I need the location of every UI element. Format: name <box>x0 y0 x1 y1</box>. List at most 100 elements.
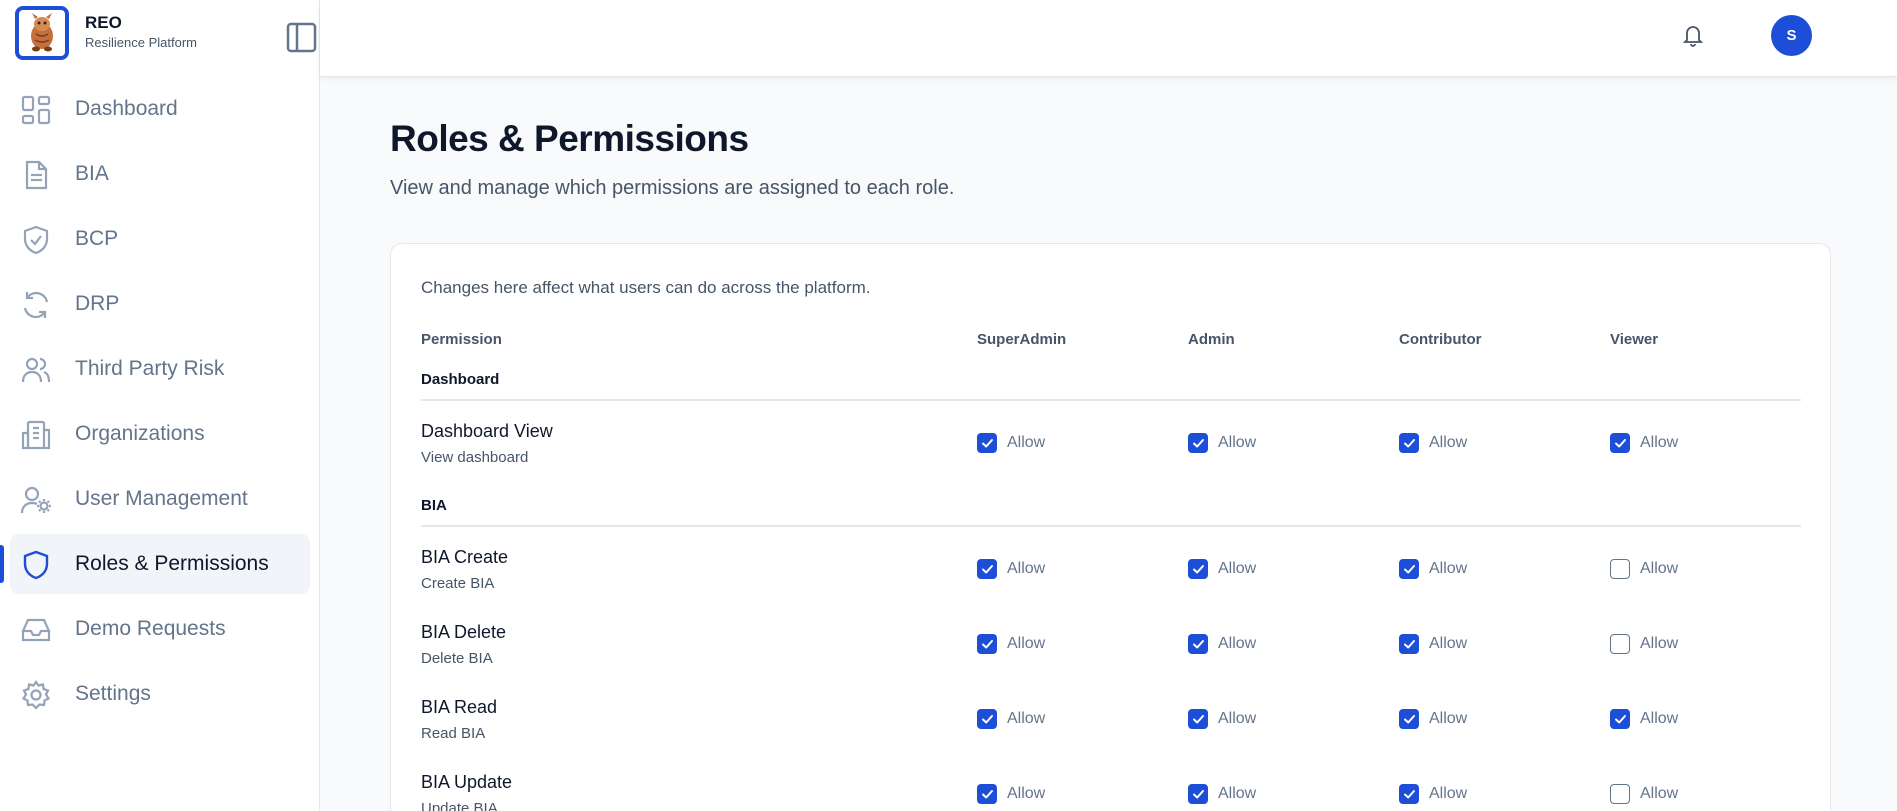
allow-label: Allow <box>1640 635 1679 652</box>
checkbox-checked[interactable] <box>1399 709 1419 729</box>
notifications-button[interactable] <box>1681 22 1705 48</box>
checkbox-checked[interactable] <box>977 709 997 729</box>
column-header-viewer: Viewer <box>1610 331 1659 348</box>
permission-toggle[interactable]: Allow <box>977 559 1045 579</box>
permission-toggle[interactable]: Allow <box>977 709 1045 729</box>
permission-toggle[interactable]: Allow <box>1610 709 1678 729</box>
checkmark-icon <box>981 789 993 798</box>
checkbox-checked[interactable] <box>1188 559 1208 579</box>
permission-toggle[interactable]: Allow <box>1399 634 1467 654</box>
sidebar-item-label: Demo Requests <box>75 617 226 640</box>
checkbox-checked[interactable] <box>977 559 997 579</box>
checkbox-checked[interactable] <box>1188 784 1208 804</box>
checkbox-checked[interactable] <box>977 433 997 453</box>
checkmark-icon <box>1192 639 1204 648</box>
permission-toggle[interactable]: Allow <box>1610 784 1678 804</box>
brand-subtitle: Resilience Platform <box>85 35 197 50</box>
checkbox-checked[interactable] <box>1188 634 1208 654</box>
permission-toggle[interactable]: Allow <box>1610 433 1678 453</box>
allow-label: Allow <box>1640 434 1679 451</box>
sidebar-item-settings[interactable]: Settings <box>10 664 310 724</box>
permission-toggle[interactable]: Allow <box>1610 634 1678 654</box>
permission-toggle[interactable]: Allow <box>1188 559 1256 579</box>
allow-label: Allow <box>1640 785 1679 802</box>
checkmark-icon <box>1192 564 1204 573</box>
checkbox-checked[interactable] <box>1610 433 1630 453</box>
permission-toggle[interactable]: Allow <box>1399 709 1467 729</box>
checkbox-unchecked[interactable] <box>1610 634 1630 654</box>
sidebar-nav: Dashboard BIA BCP DRP Third Party Risk O… <box>0 79 310 729</box>
checkmark-icon <box>1614 714 1626 723</box>
checkbox-checked[interactable] <box>1399 433 1419 453</box>
permissions-card: Changes here affect what users can do ac… <box>390 243 1831 811</box>
brand-logo <box>15 6 69 60</box>
checkbox-unchecked[interactable] <box>1610 559 1630 579</box>
user-cog-icon <box>20 486 51 514</box>
sidebar-item-label: DRP <box>75 292 120 315</box>
permission-toggle[interactable]: Allow <box>1399 559 1467 579</box>
checkmark-icon <box>1403 438 1415 447</box>
sidebar-item-label: Organizations <box>75 422 205 445</box>
sidebar-item-organizations[interactable]: Organizations <box>10 404 310 464</box>
checkbox-checked[interactable] <box>977 784 997 804</box>
checkmark-icon <box>981 438 993 447</box>
building-icon <box>21 420 51 450</box>
sidebar-item-third-party-risk[interactable]: Third Party Risk <box>10 339 310 399</box>
sidebar-panel-icon <box>286 22 317 53</box>
sidebar-toggle-button[interactable] <box>286 22 317 53</box>
permission-description: Read BIA <box>421 725 486 742</box>
sidebar-item-roles-permissions[interactable]: Roles & Permissions <box>0 534 310 594</box>
checkbox-checked[interactable] <box>1188 709 1208 729</box>
permission-toggle[interactable]: Allow <box>1399 784 1467 804</box>
page-subtitle: View and manage which permissions are as… <box>390 177 955 199</box>
checkmark-icon <box>981 714 993 723</box>
gear-icon <box>21 680 51 710</box>
permission-toggle[interactable]: Allow <box>1188 709 1256 729</box>
permission-toggle[interactable]: Allow <box>977 784 1045 804</box>
sidebar-item-user-management[interactable]: User Management <box>10 469 310 529</box>
permission-toggle[interactable]: Allow <box>1610 559 1678 579</box>
allow-label: Allow <box>1218 710 1257 727</box>
sidebar-item-bia[interactable]: BIA <box>10 144 310 204</box>
sidebar-item-dashboard[interactable]: Dashboard <box>10 79 310 139</box>
brand-name: REO <box>85 13 122 32</box>
permission-toggle[interactable]: Allow <box>977 433 1045 453</box>
allow-label: Allow <box>1429 635 1468 652</box>
permission-description: Create BIA <box>421 575 495 592</box>
column-header-permission: Permission <box>421 331 502 348</box>
permission-toggle[interactable]: Allow <box>1188 433 1256 453</box>
checkbox-unchecked[interactable] <box>1610 784 1630 804</box>
permission-toggle[interactable]: Allow <box>977 634 1045 654</box>
sidebar-item-bcp[interactable]: BCP <box>10 209 310 269</box>
shield-icon <box>23 550 49 580</box>
allow-label: Allow <box>1640 560 1679 577</box>
allow-label: Allow <box>1007 635 1046 652</box>
sidebar-item-label: User Management <box>75 487 248 510</box>
shield-check-icon <box>23 225 49 255</box>
checkbox-checked[interactable] <box>1399 634 1419 654</box>
sidebar-item-drp[interactable]: DRP <box>10 274 310 334</box>
checkbox-checked[interactable] <box>977 634 997 654</box>
checkmark-icon <box>1403 714 1415 723</box>
column-header-superadmin: SuperAdmin <box>977 331 1067 348</box>
checkbox-checked[interactable] <box>1399 784 1419 804</box>
allow-label: Allow <box>1429 560 1468 577</box>
permission-toggle[interactable]: Allow <box>1399 433 1467 453</box>
document-icon <box>25 160 48 190</box>
sidebar-item-demo-requests[interactable]: Demo Requests <box>10 599 310 659</box>
section-divider <box>421 525 1801 527</box>
checkbox-checked[interactable] <box>1188 433 1208 453</box>
permission-toggle[interactable]: Allow <box>1188 634 1256 654</box>
refresh-icon <box>23 291 49 319</box>
sidebar-item-label: BIA <box>75 162 109 185</box>
checkbox-checked[interactable] <box>1610 709 1630 729</box>
checkmark-icon <box>1403 564 1415 573</box>
allow-label: Allow <box>1007 560 1046 577</box>
checkmark-icon <box>1192 789 1204 798</box>
permission-name: BIA Create <box>421 547 509 567</box>
user-avatar[interactable]: S <box>1771 15 1812 56</box>
checkmark-icon <box>981 639 993 648</box>
checkbox-checked[interactable] <box>1399 559 1419 579</box>
permission-toggle[interactable]: Allow <box>1188 784 1256 804</box>
sidebar-item-label: Settings <box>75 682 151 705</box>
